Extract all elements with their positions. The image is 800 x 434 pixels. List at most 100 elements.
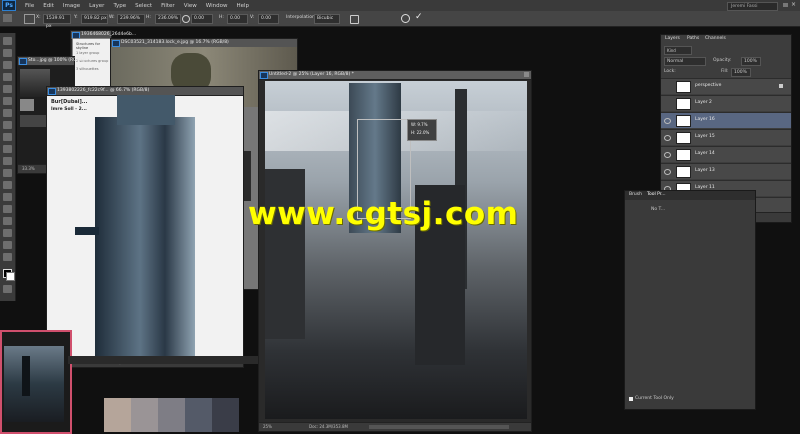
crop-tool-icon[interactable] (3, 85, 12, 93)
menu-help[interactable]: Help (236, 3, 249, 9)
background-color-swatch[interactable] (6, 272, 15, 281)
color-swatch[interactable] (104, 398, 131, 432)
path-select-tool-icon[interactable] (3, 229, 12, 237)
fill-field[interactable]: 100% (731, 68, 751, 77)
shape-tool-icon[interactable] (3, 241, 12, 249)
workspace-switcher[interactable]: Jeremi Fassi (727, 2, 778, 11)
menu-view[interactable]: View (184, 3, 197, 9)
angle-field[interactable]: 0.00 (191, 14, 213, 24)
cancel-transform-icon[interactable] (401, 14, 410, 23)
hskew-label: H: (219, 15, 224, 20)
menu-filter[interactable]: Filter (161, 3, 175, 9)
fill-label: Fill: (721, 69, 729, 74)
zoom-readout: 25% (263, 424, 272, 429)
w-field[interactable]: 239.96% (117, 14, 145, 24)
hskew-field[interactable]: 0.00 (227, 14, 248, 24)
painting-canvas[interactable]: W: 9.7% H: 22.0% (265, 81, 527, 419)
horizontal-scrollbar[interactable] (369, 425, 509, 429)
current-tool-only-checkbox[interactable] (629, 397, 633, 401)
interpolation-select[interactable]: Bicubic (314, 14, 340, 24)
layer-filter-select[interactable]: Kind (664, 46, 692, 55)
clone-stamp-tool-icon[interactable] (3, 133, 12, 141)
layer-row[interactable]: Layer 14 (661, 146, 791, 162)
eye-icon[interactable] (664, 169, 671, 175)
color-swatch[interactable] (185, 398, 212, 432)
ps-document-icon (19, 58, 27, 65)
interpolation-label: Interpolation: (286, 15, 317, 20)
document-window-thumbnail[interactable] (0, 330, 72, 434)
vskew-field[interactable]: 0.00 (258, 14, 279, 24)
reference-point-icon[interactable] (24, 14, 35, 24)
layer-thumbnail (676, 166, 691, 178)
layer-name: Layer 2 (695, 100, 712, 105)
tab-channels[interactable]: Channels (705, 36, 726, 42)
x-label: X: (36, 15, 41, 20)
y-field[interactable]: 919.82 px (81, 14, 108, 24)
color-swatch[interactable] (212, 398, 239, 432)
tools-panel (0, 33, 16, 301)
menu-window[interactable]: Window (206, 3, 228, 9)
color-swatch[interactable] (158, 398, 185, 432)
marquee-tool-icon[interactable] (3, 49, 12, 57)
document-size: Doc: 24.3M/353.8M (309, 424, 348, 429)
close-icon[interactable] (524, 72, 529, 77)
x-field[interactable]: 1539.91 px (43, 14, 71, 29)
move-tool-icon[interactable] (3, 37, 12, 45)
eye-icon[interactable] (664, 135, 671, 141)
document-title: 1936468026_26d4e6b... (81, 32, 137, 37)
menu-image[interactable]: Image (63, 3, 80, 9)
hand-tool-icon[interactable] (3, 253, 12, 261)
dodge-tool-icon[interactable] (3, 193, 12, 201)
tab-tool-presets[interactable]: Tool Pr... (647, 192, 666, 198)
type-tool-icon[interactable] (3, 217, 12, 225)
menu-layer[interactable]: Layer (89, 3, 104, 9)
document-window-dubai[interactable]: 1393802226_fc22c9f... @ 66.7% (RGB/8) Bu… (46, 86, 244, 368)
photoshop-logo: Ps (2, 0, 16, 11)
tab-paths[interactable]: Paths (687, 36, 699, 42)
eyedropper-tool-icon[interactable] (3, 97, 12, 105)
minimize-icon[interactable] (783, 3, 788, 7)
color-swatch[interactable] (131, 398, 158, 432)
tab-layers[interactable]: Layers (665, 36, 680, 42)
close-icon[interactable]: × (791, 2, 797, 8)
popup-item[interactable]: 1 layer group (76, 51, 99, 55)
quick-select-tool-icon[interactable] (3, 73, 12, 81)
pen-tool-icon[interactable] (3, 205, 12, 213)
gradient-tool-icon[interactable] (3, 169, 12, 177)
healing-brush-tool-icon[interactable] (3, 109, 12, 117)
layer-row[interactable]: Layer 15 (661, 129, 791, 145)
layer-row[interactable]: perspective (661, 78, 791, 94)
tab-brush[interactable]: Brush (629, 192, 642, 198)
blend-mode-select[interactable]: Normal (664, 57, 706, 66)
menu-type[interactable]: Type (113, 3, 126, 9)
blur-tool-icon[interactable] (3, 181, 12, 189)
popup-item[interactable]: 3 silhouettes (76, 67, 99, 71)
eye-icon[interactable] (664, 152, 671, 158)
quick-mask-icon[interactable] (3, 285, 12, 293)
layer-name: perspective (695, 83, 722, 88)
menu-file[interactable]: File (25, 3, 34, 9)
commit-transform-icon[interactable]: ✓ (415, 12, 423, 22)
document-tab[interactable]: Sto...jpg @ 100% (RGB/8) (18, 57, 86, 66)
opacity-field[interactable]: 100% (741, 57, 761, 66)
status-bar: 25% Doc: 24.3M/353.8M (259, 422, 531, 431)
eye-icon[interactable] (664, 118, 671, 124)
layer-row[interactable]: Layer 2 (661, 95, 791, 111)
layer-row[interactable]: Layer 13 (661, 163, 791, 179)
menu-edit[interactable]: Edit (43, 3, 54, 9)
crane-arm (75, 227, 99, 235)
document-tab[interactable]: Untitled-2 @ 25% (Layer 16, RGB/8) * (259, 71, 531, 80)
ps-document-icon (260, 72, 268, 79)
menu-bar: Ps File Edit Image Layer Type Select Fil… (0, 0, 800, 11)
move-tool-icon[interactable] (3, 14, 12, 22)
h-field[interactable]: 236.09% (155, 14, 181, 24)
brush-tool-icon[interactable] (3, 121, 12, 129)
eraser-tool-icon[interactable] (3, 157, 12, 165)
no-presets-text: No T... (651, 207, 666, 212)
lasso-tool-icon[interactable] (3, 61, 12, 69)
document-window-main[interactable]: Untitled-2 @ 25% (Layer 16, RGB/8) * W: … (258, 70, 532, 432)
warp-icon[interactable] (350, 15, 359, 24)
history-brush-tool-icon[interactable] (3, 145, 12, 153)
menu-select[interactable]: Select (135, 3, 152, 9)
layer-row[interactable]: Layer 16 (661, 112, 791, 128)
